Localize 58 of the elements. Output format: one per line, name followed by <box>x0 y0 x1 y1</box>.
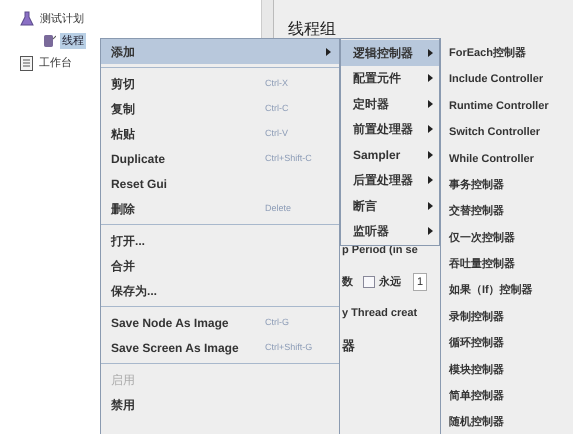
loop-count-field[interactable]: 1 <box>413 272 427 291</box>
menu-item[interactable]: 粘贴 Ctrl-V <box>101 121 339 146</box>
menu-item[interactable]: 打开... <box>101 228 339 253</box>
menu-item[interactable]: 监听器 <box>341 218 439 244</box>
field-label: y Thread creat <box>342 306 418 321</box>
document-icon <box>20 56 33 70</box>
forever-checkbox[interactable] <box>363 276 375 288</box>
menu-item[interactable]: 配置元件 <box>341 66 439 91</box>
section-label: 器 <box>342 336 355 354</box>
menu-item[interactable]: 复制 Ctrl-C <box>101 96 339 121</box>
menu-item[interactable]: Include Controller <box>441 66 573 93</box>
menu-item[interactable]: Save Screen As Image Ctrl+Shift-G <box>101 335 339 360</box>
menu-item[interactable]: 随机控制器 <box>441 409 573 434</box>
menu-item[interactable]: Save Node As Image Ctrl-G <box>101 310 339 335</box>
menu-item[interactable]: 后置处理器 <box>341 168 439 193</box>
menu-item[interactable]: 剪切 Ctrl-X <box>101 71 339 96</box>
menu-item[interactable]: 禁用 <box>101 392 339 417</box>
tree-node[interactable]: 工作台 <box>37 54 74 72</box>
menu-item[interactable]: 保存为... <box>101 278 339 303</box>
submenu-arrow-icon <box>428 176 433 184</box>
menu-item[interactable]: 添加 <box>101 39 339 64</box>
submenu-arrow-icon <box>428 125 433 134</box>
menu-item[interactable]: 断言 <box>341 193 439 218</box>
menu-item[interactable]: Duplicate Ctrl+Shift-C <box>101 146 339 171</box>
submenu-arrow-icon <box>428 150 433 159</box>
field-label: 数 <box>342 274 353 290</box>
menu-item[interactable]: 简单控制器 <box>441 383 573 410</box>
menu-item[interactable]: 交替控制器 <box>441 198 573 225</box>
menu-item[interactable]: 吞吐量控制器 <box>441 251 573 278</box>
panel-title: 线程组 <box>288 20 337 40</box>
menu-item[interactable]: ForEach控制器 <box>441 40 573 66</box>
menu-item[interactable]: 如果（If）控制器 <box>441 278 573 304</box>
submenu-arrow-icon <box>428 48 433 57</box>
submenu-arrow-icon <box>326 48 331 56</box>
submenu-arrow-icon <box>428 202 433 210</box>
submenu-arrow-icon <box>428 100 433 108</box>
menu-item[interactable]: 定时器 <box>341 91 439 116</box>
menu-item[interactable]: 录制控制器 <box>441 304 573 330</box>
checkbox-label: 永远 <box>379 274 401 290</box>
menu-item[interactable]: 循环控制器 <box>441 330 573 357</box>
submenu-arrow-icon <box>428 227 433 236</box>
tree-node[interactable]: 线程 <box>60 32 86 50</box>
menu-item[interactable]: 事务控制器 <box>441 172 573 198</box>
menu-item[interactable]: 仅一次控制器 <box>441 224 573 252</box>
submenu-arrow-icon <box>428 74 433 82</box>
menu-item[interactable]: 删除 Delete <box>101 196 339 221</box>
menu-item[interactable]: 合并 <box>101 253 339 278</box>
menu-item[interactable]: Sampler <box>341 142 439 168</box>
menu-item[interactable]: Reset Gui <box>101 171 339 196</box>
menu-item[interactable]: 模块控制器 <box>441 356 573 384</box>
menu-item[interactable]: Runtime Controller <box>441 92 573 120</box>
flask-icon <box>20 11 34 27</box>
menu-item[interactable]: 逻辑控制器 <box>341 40 439 66</box>
menu-item[interactable]: 前置处理器 <box>341 116 439 142</box>
menu-item[interactable]: Switch Controller <box>441 119 573 146</box>
spool-icon <box>42 33 56 49</box>
tree-node[interactable]: 测试计划 <box>38 10 86 28</box>
menu-item[interactable]: While Controller <box>441 146 573 172</box>
